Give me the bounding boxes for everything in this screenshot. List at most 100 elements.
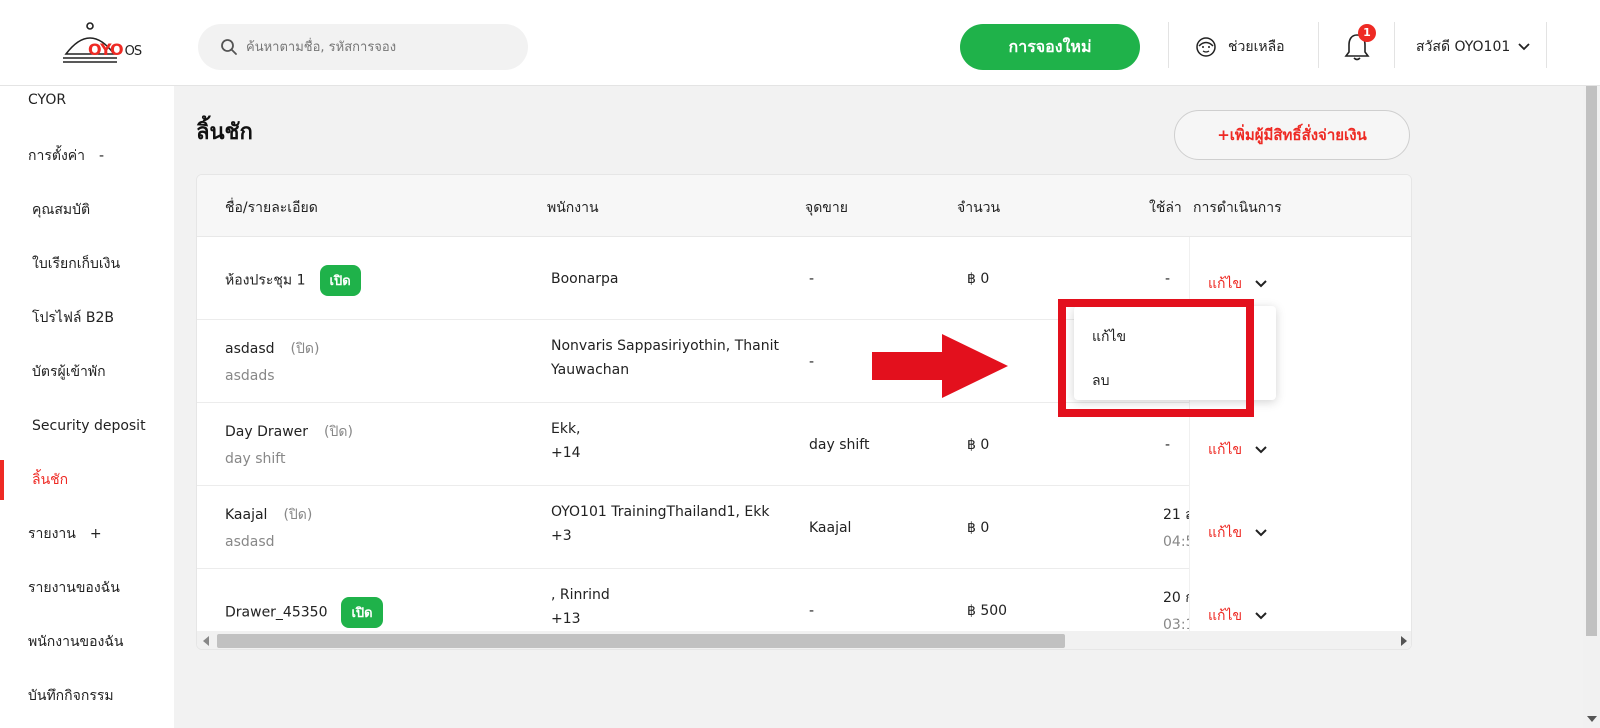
sidebar-item-activity-log[interactable]: บันทึกกิจกรรม xyxy=(0,676,174,716)
user-menu[interactable]: สวัสดี OYO101 xyxy=(1416,36,1530,58)
sidebar-item-properties[interactable]: คุณสมบัติ xyxy=(0,190,174,230)
sidebar-item-label: ลิ้นชัก xyxy=(32,472,69,488)
edit-action[interactable]: แก้ไข xyxy=(1208,273,1268,295)
dropdown-item-edit[interactable]: แก้ไข xyxy=(1092,326,1126,348)
column-header-name: ชื่อ/รายละเอียด xyxy=(225,200,318,216)
sidebar-item-b2b-profile[interactable]: โปรไฟล์ B2B xyxy=(0,298,174,338)
staff-cell: Boonarpa xyxy=(551,271,618,287)
staff-name: Nonvaris Sappasiriyothin, Thanit xyxy=(551,338,779,354)
drawer-detail: asdasd xyxy=(225,534,275,550)
vertical-scroll-thumb[interactable] xyxy=(1586,86,1597,636)
header-divider xyxy=(1394,22,1395,68)
header-divider xyxy=(1546,22,1547,68)
drawer-name: ห้องประชุม 1 xyxy=(225,272,306,289)
add-payer-button[interactable]: +เพิ่มผู้มีสิทธิ์สั่งจ่ายเงิน xyxy=(1174,110,1410,160)
staff-cell: , Rinrind +13 xyxy=(551,587,610,627)
chevron-down-icon[interactable] xyxy=(1254,279,1268,289)
staff-more: +13 xyxy=(551,611,581,627)
edit-action[interactable]: แก้ไข xyxy=(1208,439,1268,461)
chevron-down-icon xyxy=(1518,43,1530,51)
sidebar-item-label: พนักงานของฉัน xyxy=(28,634,124,650)
notification-badge: 1 xyxy=(1358,24,1376,42)
sidebar-item-invoices[interactable]: ใบเรียกเก็บเงิน xyxy=(0,244,174,284)
header-divider xyxy=(1318,22,1319,68)
sidebar-item-cyor[interactable]: CYOR xyxy=(0,86,174,120)
column-header-staff: พนักงาน xyxy=(547,200,599,216)
edit-link[interactable]: แก้ไข xyxy=(1208,273,1242,295)
staff-cell: OYO101 TrainingThailand1, Ekk +3 xyxy=(551,504,769,544)
sidebar: CYOR การตั้งค่า - คุณสมบัติ ใบเรียกเก็บเ… xyxy=(0,86,174,728)
scroll-down-arrow-icon[interactable] xyxy=(1587,716,1597,722)
sidebar-item-security-deposit[interactable]: Security deposit xyxy=(0,406,174,446)
search-box[interactable] xyxy=(198,24,528,70)
actions-column: แก้ไข แก้ไข แก้ไข แก้ไข xyxy=(1189,237,1411,649)
help-label: ช่วยเหลือ xyxy=(1228,39,1285,55)
oyo-os-logo[interactable]: OYO OS xyxy=(60,20,160,70)
sidebar-item-label: คุณสมบัติ xyxy=(32,202,91,218)
search-icon xyxy=(221,39,237,55)
edit-link[interactable]: แก้ไข xyxy=(1208,605,1242,627)
pos-cell: - xyxy=(809,271,815,287)
scroll-right-arrow-icon[interactable] xyxy=(1401,636,1407,646)
chevron-down-icon[interactable] xyxy=(1254,611,1268,621)
pos-cell: day shift xyxy=(809,437,870,453)
page-title: ลิ้นชัก xyxy=(196,120,253,145)
new-booking-button[interactable]: การจองใหม่ xyxy=(960,24,1140,70)
top-header: OYOOS การจองใหม่ ช่วยเหลือ 1 สวัสดี OYO1… xyxy=(0,0,1600,86)
scroll-thumb[interactable] xyxy=(217,634,1065,648)
drawer-name: Kaajal xyxy=(225,507,268,523)
staff-name: Boonarpa xyxy=(551,271,619,287)
page-vertical-scrollbar[interactable] xyxy=(1583,86,1600,728)
drawer-name-cell: Drawer_45350 เปิด xyxy=(225,597,383,628)
sidebar-item-my-reports[interactable]: รายงานของฉัน xyxy=(0,568,174,608)
edit-link[interactable]: แก้ไข xyxy=(1208,439,1242,461)
status-closed: (ปิด) xyxy=(290,341,320,357)
staff-cell: Nonvaris Sappasiriyothin, Thanit Yauwach… xyxy=(551,338,779,378)
edit-action[interactable]: แก้ไข xyxy=(1208,522,1268,544)
drawer-name-cell: ห้องประชุม 1 เปิด xyxy=(225,265,361,296)
horizontal-scrollbar[interactable] xyxy=(197,631,1411,649)
drawer-name: Day Drawer xyxy=(225,424,309,440)
annotation-arrow-icon xyxy=(872,334,1008,398)
staff-more: +3 xyxy=(551,528,572,544)
status-badge: เปิด xyxy=(341,597,383,628)
column-header-last-used: ใช้ล่า xyxy=(1149,200,1182,216)
pos-cell: Kaajal xyxy=(809,520,852,536)
edit-link[interactable]: แก้ไข xyxy=(1208,522,1242,544)
column-header-actions: การดำเนินการ xyxy=(1189,197,1282,219)
chevron-down-icon[interactable] xyxy=(1254,445,1268,455)
sidebar-item-guest-cards[interactable]: บัตรผู้เข้าพัก xyxy=(0,352,174,392)
sidebar-item-settings[interactable]: การตั้งค่า - xyxy=(0,136,174,176)
drawer-table: ชื่อ/รายละเอียด พนักงาน จุดขาย จำนวน ใช้… xyxy=(196,174,1412,650)
staff-more: Yauwachan xyxy=(551,362,630,378)
pos-cell: - xyxy=(809,603,815,619)
header-divider xyxy=(1168,22,1169,68)
column-header-amount: จำนวน xyxy=(957,200,1001,216)
last-used-cell: - xyxy=(1165,271,1171,287)
scroll-left-arrow-icon[interactable] xyxy=(203,636,209,646)
sidebar-item-label: ใบเรียกเก็บเงิน xyxy=(32,256,121,272)
sidebar-item-my-staff[interactable]: พนักงานของฉัน xyxy=(0,622,174,662)
drawer-name-cell: Day Drawer (ปิด) day shift xyxy=(225,421,353,467)
sidebar-item-drawer[interactable]: ลิ้นชัก xyxy=(0,460,174,500)
collapse-sign: - xyxy=(99,148,105,164)
amount-cell: ฿ 0 xyxy=(967,520,990,536)
sidebar-item-label: บัตรผู้เข้าพัก xyxy=(32,364,106,380)
sidebar-item-label: บันทึกกิจกรรม xyxy=(28,688,114,704)
chevron-down-icon[interactable] xyxy=(1254,528,1268,538)
sidebar-item-reports[interactable]: รายงาน + xyxy=(0,514,174,554)
drawer-name-cell: Kaajal (ปิด) asdasd xyxy=(225,504,312,550)
pos-cell: - xyxy=(809,354,815,370)
staff-name: OYO101 TrainingThailand1, Ekk xyxy=(551,504,770,520)
logo-brand: OYO xyxy=(88,40,124,59)
amount-cell: ฿ 0 xyxy=(967,271,990,287)
search-input[interactable] xyxy=(246,24,516,70)
help-button[interactable]: ช่วยเหลือ xyxy=(1194,30,1285,64)
staff-name: Ekk, xyxy=(551,421,581,437)
amount-cell: ฿ 500 xyxy=(967,603,1008,619)
sidebar-item-label: รายงาน xyxy=(28,526,76,542)
edit-action[interactable]: แก้ไข xyxy=(1208,605,1268,627)
dropdown-item-delete[interactable]: ลบ xyxy=(1092,370,1109,392)
sidebar-item-label: รายงานของฉัน xyxy=(28,580,120,596)
staff-cell: Ekk, +14 xyxy=(551,421,581,461)
